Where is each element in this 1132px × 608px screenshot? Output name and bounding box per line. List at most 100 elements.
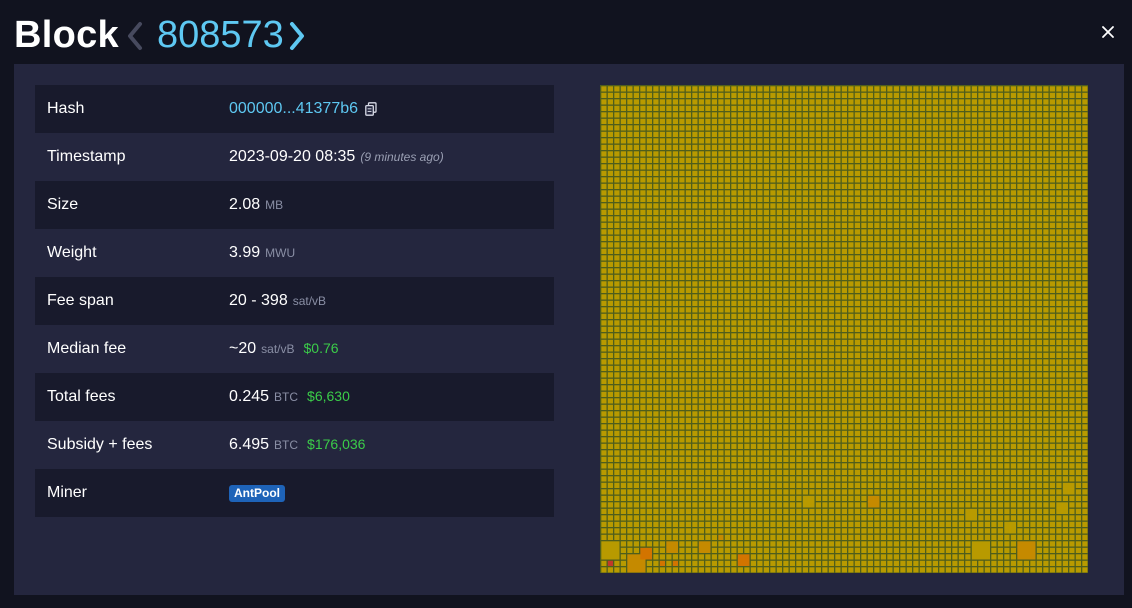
transaction-tile bbox=[854, 268, 860, 274]
transaction-tile bbox=[718, 508, 724, 514]
transaction-tile bbox=[737, 203, 743, 209]
transaction-tile bbox=[692, 112, 698, 118]
transaction-tile bbox=[1030, 261, 1036, 267]
transaction-tile bbox=[958, 404, 964, 410]
transaction-tile bbox=[724, 261, 730, 267]
transaction-tile bbox=[1075, 242, 1081, 248]
transaction-tile bbox=[705, 177, 711, 183]
transaction-tile bbox=[906, 242, 912, 248]
transaction-tile bbox=[971, 307, 977, 313]
transaction-tile bbox=[718, 456, 724, 462]
transaction-tile bbox=[1082, 281, 1088, 287]
transaction-tile bbox=[685, 216, 691, 222]
miner-badge[interactable]: AntPool bbox=[229, 484, 285, 502]
transaction-tile bbox=[1023, 411, 1029, 417]
transaction-tile bbox=[848, 196, 854, 202]
transaction-tile bbox=[601, 385, 607, 391]
transaction-tile bbox=[809, 508, 815, 514]
transaction-tile bbox=[614, 242, 620, 248]
copy-icon[interactable] bbox=[365, 102, 377, 116]
transaction-tile bbox=[744, 300, 750, 306]
transaction-tile bbox=[952, 203, 958, 209]
transaction-tile bbox=[1056, 209, 1062, 215]
transaction-grid[interactable] bbox=[600, 85, 1088, 573]
transaction-tile bbox=[757, 333, 763, 339]
transaction-tile bbox=[783, 151, 789, 157]
transaction-tile bbox=[789, 476, 795, 482]
transaction-tile bbox=[731, 242, 737, 248]
transaction-tile bbox=[724, 105, 730, 111]
transaction-tile bbox=[640, 346, 646, 352]
transaction-tile bbox=[1062, 242, 1068, 248]
hash-link[interactable]: 000000...41377b6 bbox=[229, 100, 358, 118]
transaction-tile bbox=[822, 495, 828, 501]
transaction-tile bbox=[744, 248, 750, 254]
transaction-tile bbox=[659, 99, 665, 105]
transaction-tile bbox=[939, 437, 945, 443]
transaction-tile bbox=[932, 196, 938, 202]
transaction-tile bbox=[731, 118, 737, 124]
transaction-tile bbox=[796, 378, 802, 384]
transaction-tile bbox=[1075, 222, 1081, 228]
transaction-tile bbox=[1004, 216, 1010, 222]
transaction-tile bbox=[913, 398, 919, 404]
transaction-tile bbox=[659, 177, 665, 183]
transaction-tile bbox=[1075, 339, 1081, 345]
transaction-tile bbox=[744, 398, 750, 404]
transaction-tile bbox=[1049, 242, 1055, 248]
transaction-tile bbox=[744, 235, 750, 241]
transaction-tile bbox=[1049, 144, 1055, 150]
transaction-tile bbox=[815, 99, 821, 105]
transaction-tile bbox=[731, 190, 737, 196]
transaction-tile bbox=[958, 443, 964, 449]
transaction-tile bbox=[1023, 495, 1029, 501]
transaction-tile bbox=[815, 144, 821, 150]
block-visualization[interactable] bbox=[600, 85, 1088, 573]
transaction-tile bbox=[815, 125, 821, 131]
transaction-tile bbox=[1043, 157, 1049, 163]
transaction-tile bbox=[997, 203, 1003, 209]
transaction-tile bbox=[1069, 333, 1075, 339]
transaction-tile bbox=[1082, 177, 1088, 183]
transaction-tile bbox=[932, 164, 938, 170]
transaction-tile bbox=[1069, 248, 1075, 254]
transaction-tile bbox=[932, 339, 938, 345]
transaction-tile bbox=[659, 222, 665, 228]
transaction-tile bbox=[1082, 359, 1088, 365]
chevron-right-icon[interactable] bbox=[286, 20, 308, 52]
transaction-tile bbox=[1010, 456, 1016, 462]
transaction-tile bbox=[1069, 138, 1075, 144]
transaction-tile bbox=[893, 352, 899, 358]
chevron-left-icon[interactable] bbox=[124, 20, 146, 52]
transaction-tile bbox=[854, 203, 860, 209]
transaction-tile bbox=[705, 125, 711, 131]
transaction-tile bbox=[997, 495, 1003, 501]
transaction-tile bbox=[718, 411, 724, 417]
transaction-tile bbox=[984, 177, 990, 183]
transaction-tile bbox=[698, 177, 704, 183]
transaction-tile bbox=[796, 346, 802, 352]
transaction-tile bbox=[926, 268, 932, 274]
transaction-tile bbox=[1010, 346, 1016, 352]
transaction-tile bbox=[978, 190, 984, 196]
transaction-tile bbox=[835, 495, 841, 501]
transaction-tile bbox=[978, 430, 984, 436]
transaction-tile bbox=[659, 209, 665, 215]
transaction-tile bbox=[1069, 229, 1075, 235]
close-icon[interactable] bbox=[1100, 24, 1116, 40]
transaction-tile bbox=[653, 203, 659, 209]
transaction-tile bbox=[984, 508, 990, 514]
transaction-tile bbox=[965, 157, 971, 163]
transaction-tile bbox=[802, 144, 808, 150]
transaction-tile bbox=[711, 502, 717, 508]
transaction-tile bbox=[984, 450, 990, 456]
transaction-tile bbox=[978, 476, 984, 482]
transaction-tile bbox=[685, 157, 691, 163]
transaction-tile bbox=[835, 352, 841, 358]
transaction-tile bbox=[835, 411, 841, 417]
transaction-tile bbox=[932, 138, 938, 144]
transaction-tile bbox=[822, 339, 828, 345]
transaction-tile bbox=[633, 274, 639, 280]
transaction-tile bbox=[919, 222, 925, 228]
transaction-tile bbox=[848, 151, 854, 157]
